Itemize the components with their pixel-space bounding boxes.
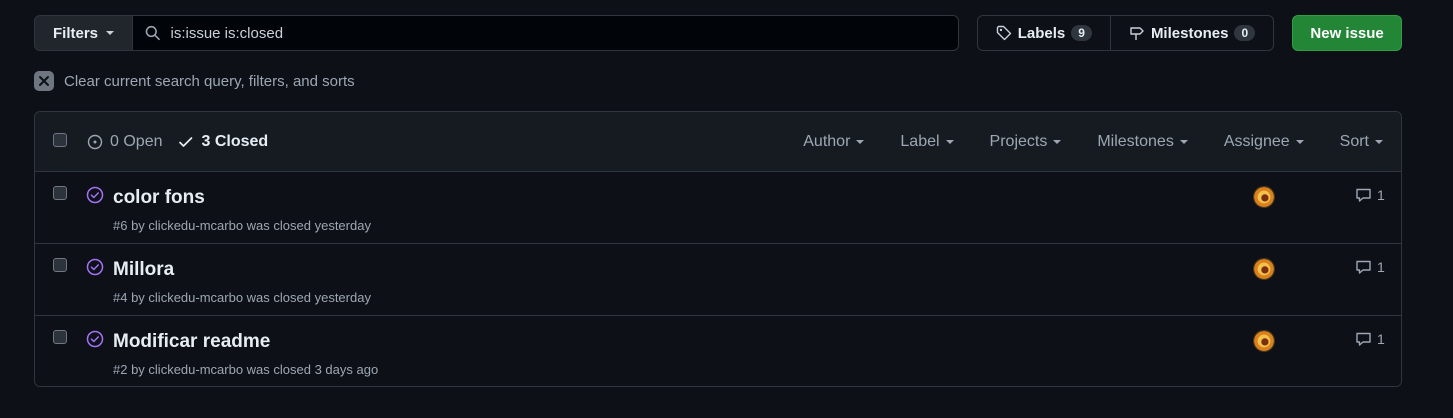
label-menu[interactable]: Label [900,132,954,151]
chevron-down-icon [1295,139,1304,144]
issues-list: 0 Open 3 Closed Author Label Projects Mi… [34,111,1402,387]
assignee-avatar[interactable] [1253,330,1275,352]
comment-icon [1356,332,1371,346]
milestones-menu[interactable]: Milestones [1097,132,1188,151]
issues-list-header: 0 Open 3 Closed Author Label Projects Mi… [35,112,1401,172]
assignee-menu-label: Assignee [1223,132,1290,150]
milestones-menu-label: Milestones [1097,132,1174,150]
assignee-avatar[interactable] [1253,186,1275,208]
milestones-label: Milestones [1150,24,1229,42]
issue-state-toggle: 0 Open 3 Closed [87,133,268,151]
comment-count: 1 [1377,187,1385,203]
select-all-checkbox[interactable] [53,133,67,147]
clear-filters-link[interactable]: Clear current search query, filters, and… [34,71,355,91]
labels-label: Labels [1017,24,1066,42]
closed-issues-tab[interactable]: 3 Closed [178,133,268,151]
comments-link[interactable]: 1 [1355,331,1385,347]
issue-meta: #4 by clickedu-mcarbo was closed yesterd… [113,290,371,305]
filter-search-group: Filters [34,15,959,51]
assignee-avatar[interactable] [1253,258,1275,280]
label-menu-label: Label [900,132,940,150]
labels-button[interactable]: Labels 9 [978,16,1110,50]
author-menu[interactable]: Author [803,132,865,151]
labels-milestones-group: Labels 9 Milestones 0 [976,15,1275,51]
chevron-down-icon [856,139,865,144]
issue-title-link[interactable]: Millora [113,259,174,281]
issue-meta: #2 by clickedu-mcarbo was closed 3 days … [113,362,379,377]
issue-open-icon [87,134,103,149]
chevron-down-icon [1179,139,1188,144]
clear-filters-text: Clear current search query, filters, and… [64,72,355,90]
comments-link[interactable]: 1 [1355,187,1385,203]
issue-checkbox[interactable] [53,186,67,200]
issue-row: Millora #4 by clickedu-mcarbo was closed… [35,244,1401,316]
new-issue-button[interactable]: New issue [1292,15,1402,51]
sort-menu-label: Sort [1339,132,1369,150]
search-field[interactable] [133,15,959,51]
comment-count: 1 [1377,259,1385,275]
projects-menu[interactable]: Projects [990,133,1062,151]
search-icon [145,25,160,41]
search-input[interactable] [170,24,946,42]
issue-row: color fons #6 by clickedu-mcarbo was clo… [35,172,1401,244]
labels-count: 9 [1071,25,1092,41]
milestones-button[interactable]: Milestones 0 [1109,16,1273,50]
issue-closed-icon [86,258,104,276]
projects-menu-label: Projects [989,132,1048,150]
filter-menus: Author Label Projects Milestones Assigne… [803,133,1383,151]
assignee-menu[interactable]: Assignee [1224,133,1304,151]
comments-link[interactable]: 1 [1355,259,1385,275]
comment-icon [1356,188,1371,202]
comment-count: 1 [1377,331,1385,347]
chevron-down-icon [1375,139,1383,144]
issues-toolbar: Filters Labels 9 Milestones 0 [34,15,1402,51]
filters-button[interactable]: Filters [34,15,134,51]
author-menu-label: Author [803,132,851,150]
tag-icon [996,25,1011,41]
comment-icon [1356,260,1371,274]
milestones-count: 0 [1234,25,1256,41]
issue-checkbox[interactable] [53,330,67,344]
chevron-down-icon [1053,139,1062,144]
sort-menu[interactable]: Sort [1340,133,1383,151]
open-issues-label: 0 Open [110,132,163,150]
filters-label: Filters [53,24,99,42]
issue-checkbox[interactable] [53,258,67,272]
chevron-down-icon [945,139,954,144]
closed-issues-label: 3 Closed [201,132,269,150]
issue-closed-icon [86,186,104,204]
issue-meta: #6 by clickedu-mcarbo was closed yesterd… [113,218,371,233]
chevron-down-icon [106,31,115,35]
check-icon [179,136,193,147]
milestone-icon [1130,27,1144,40]
open-issues-tab[interactable]: 0 Open [87,133,162,151]
close-icon [34,71,54,91]
issue-closed-icon [86,330,104,348]
issue-title-link[interactable]: color fons [113,187,205,209]
issue-title-link[interactable]: Modificar readme [113,331,270,353]
issue-row: Modificar readme #2 by clickedu-mcarbo w… [35,316,1401,386]
